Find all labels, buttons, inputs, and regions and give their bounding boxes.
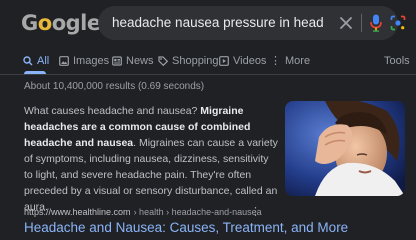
search-divider (361, 14, 362, 32)
tab-images[interactable]: Images (59, 48, 109, 74)
search-input[interactable]: headache nausea pressure in head (112, 6, 324, 40)
snippet-lead: What causes headache and nausea? (24, 105, 201, 117)
lens-icon[interactable] (390, 15, 406, 31)
snippet-thumbnail[interactable] (285, 101, 405, 196)
tab-shopping[interactable]: Shopping (158, 48, 219, 74)
tab-more[interactable]: ⋮ More (270, 48, 310, 74)
tab-label: More (285, 55, 311, 67)
result-domain: https://www.healthline.com (24, 207, 131, 217)
mic-icon[interactable] (369, 14, 383, 32)
tab-label: News (126, 55, 154, 67)
search-tabs: All Images News Shopping Videos ⋮ More T… (0, 48, 416, 74)
google-logo[interactable]: Google (21, 8, 101, 38)
featured-snippet: What causes headache and nausea? Migrain… (24, 103, 280, 215)
tab-videos[interactable]: Videos (219, 48, 266, 74)
result-source[interactable]: https://www.healthline.com › health › he… (24, 207, 262, 217)
search-box[interactable]: headache nausea pressure in head (98, 6, 406, 40)
tab-label: Tools (384, 55, 410, 67)
result-title-link[interactable]: Headache and Nausea: Causes, Treatment, … (24, 220, 348, 235)
image-icon (59, 56, 69, 66)
search-icon (23, 56, 33, 66)
result-stats: About 10,400,000 results (0.69 seconds) (24, 81, 205, 92)
more-vert-icon: ⋮ (270, 55, 281, 67)
tab-label: All (37, 55, 50, 67)
close-icon[interactable] (338, 15, 354, 31)
news-icon (112, 56, 122, 66)
header: Google headache nausea pressure in head (0, 0, 416, 46)
tag-icon (158, 56, 168, 66)
tab-tools[interactable]: Tools (384, 48, 410, 74)
tab-label: Images (73, 55, 110, 67)
tabs-divider (0, 74, 416, 75)
tab-news[interactable]: News (112, 48, 154, 74)
result-options-icon[interactable]: ⋮ (250, 205, 261, 218)
play-icon (219, 56, 229, 66)
tab-label: Videos (233, 55, 267, 67)
result-breadcrumb: › health › headache-and-nausea (133, 207, 262, 217)
tab-label: Shopping (172, 55, 219, 67)
